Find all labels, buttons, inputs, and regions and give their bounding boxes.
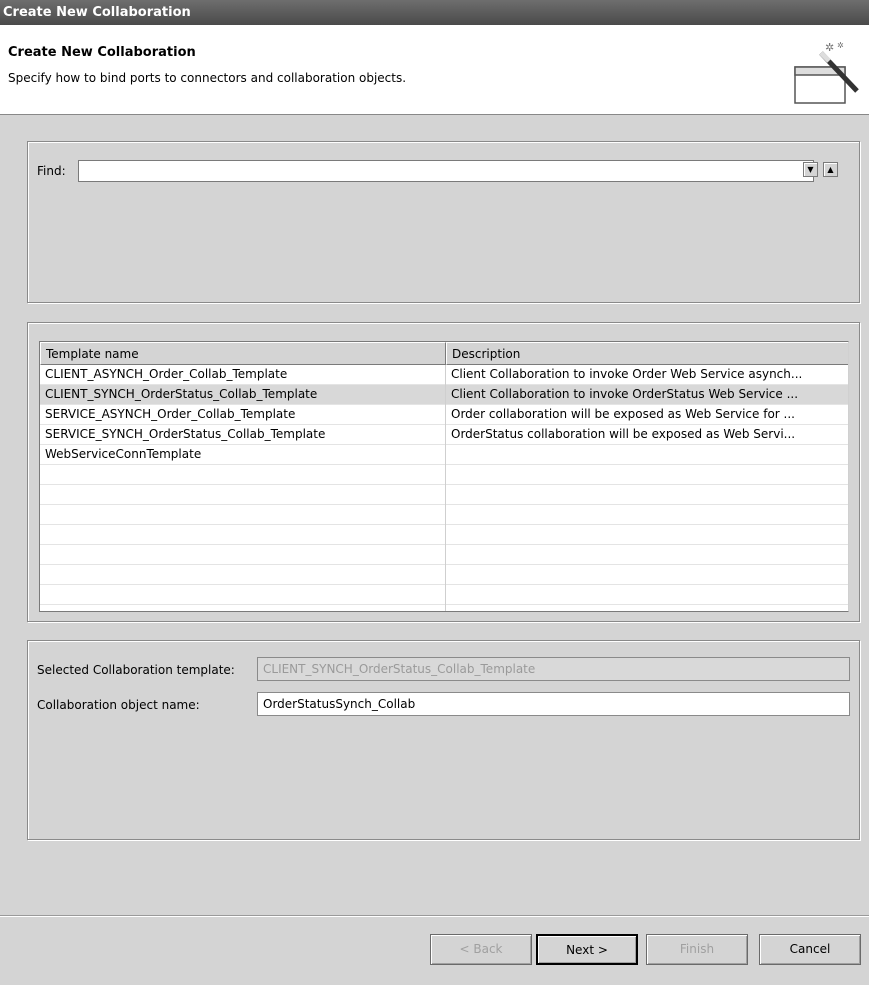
find-input[interactable] (78, 160, 814, 182)
table-row-empty (40, 465, 848, 485)
selected-template-label: Selected Collaboration template: (37, 663, 235, 677)
page-title: Create New Collaboration (8, 45, 196, 60)
arrow-down-icon[interactable]: ▼ (803, 162, 818, 177)
table-row-empty (40, 585, 848, 605)
back-button[interactable]: < Back (430, 934, 532, 965)
table-row-empty (40, 565, 848, 585)
wizard-wand-icon: ✲ ✲ (794, 41, 859, 104)
table-row[interactable]: SERVICE_SYNCH_OrderStatus_Collab_Templat… (40, 425, 848, 445)
table-cell-name: WebServiceConnTemplate (45, 447, 202, 461)
table-cell-name: SERVICE_SYNCH_OrderStatus_Collab_Templat… (45, 427, 326, 441)
column-header-description[interactable]: Description (446, 342, 848, 365)
object-name-label: Collaboration object name: (37, 698, 200, 712)
find-label: Find: (37, 164, 66, 178)
table-cell-name: CLIENT_SYNCH_OrderStatus_Collab_Template (45, 387, 318, 401)
page-description: Specify how to bind ports to connectors … (8, 71, 407, 85)
template-table[interactable]: Template name Description CLIENT_ASYNCH_… (39, 341, 849, 612)
column-header-template-name[interactable]: Template name (40, 342, 446, 365)
finish-button[interactable]: Finish (646, 934, 748, 965)
arrow-up-icon[interactable]: ▲ (823, 162, 838, 177)
svg-text:✲: ✲ (825, 41, 834, 54)
table-row-empty (40, 485, 848, 505)
wizard-header: Create New Collaboration Specify how to … (0, 25, 869, 115)
table-cell-name: CLIENT_ASYNCH_Order_Collab_Template (45, 367, 288, 381)
table-row-selected[interactable]: CLIENT_SYNCH_OrderStatus_Collab_Template… (40, 385, 848, 405)
table-row[interactable]: WebServiceConnTemplate (40, 445, 848, 465)
table-cell-description: OrderStatus collaboration will be expose… (451, 427, 796, 441)
column-divider (445, 365, 446, 611)
find-group: Find: ▼ ▲ (27, 141, 860, 303)
selection-group: Selected Collaboration template: CLIENT_… (27, 640, 860, 840)
next-button[interactable]: Next > (536, 934, 638, 965)
object-name-input[interactable]: OrderStatusSynch_Collab (257, 692, 850, 716)
table-row-empty (40, 505, 848, 525)
window-title: Create New Collaboration (0, 0, 869, 25)
table-cell-description: Order collaboration will be exposed as W… (451, 407, 795, 421)
table-cell-description (446, 445, 848, 465)
template-table-group: Template name Description CLIENT_ASYNCH_… (27, 322, 860, 622)
table-row-empty (40, 545, 848, 565)
table-cell-description: Client Collaboration to invoke Order Web… (451, 367, 803, 381)
cancel-button[interactable]: Cancel (759, 934, 861, 965)
button-bar-separator (0, 915, 869, 917)
table-row[interactable]: SERVICE_ASYNCH_Order_Collab_Template Ord… (40, 405, 848, 425)
selected-template-field: CLIENT_SYNCH_OrderStatus_Collab_Template (257, 657, 850, 681)
table-cell-name: SERVICE_ASYNCH_Order_Collab_Template (45, 407, 296, 421)
table-row[interactable]: CLIENT_ASYNCH_Order_Collab_Template Clie… (40, 365, 848, 385)
table-header: Template name Description (40, 342, 848, 365)
table-row-empty (40, 525, 848, 545)
table-cell-description: Client Collaboration to invoke OrderStat… (451, 387, 799, 401)
svg-text:✲: ✲ (837, 41, 844, 50)
